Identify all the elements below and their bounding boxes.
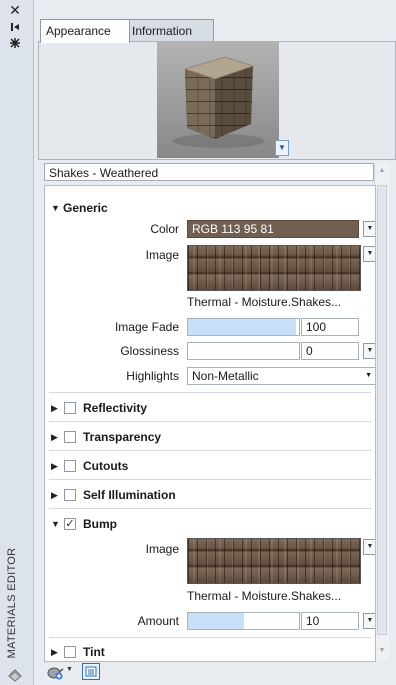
bump-amount-value-field[interactable]: 10 (301, 612, 359, 630)
tint-checkbox[interactable] (64, 646, 76, 658)
image-fade-slider-fill (188, 319, 296, 335)
glossiness-label: Glossiness (120, 344, 179, 358)
bump-amount-slider[interactable] (187, 612, 300, 630)
palette-title-strip: ✕ MATERIALS EDITOR (0, 0, 34, 685)
expand-triangle-icon[interactable]: ▶ (51, 459, 58, 473)
glossiness-slider[interactable] (187, 342, 300, 360)
material-browser-icon[interactable] (82, 663, 100, 680)
color-swatch-field[interactable]: RGB 113 95 81 (187, 220, 359, 238)
tab-appearance[interactable]: Appearance (40, 19, 130, 43)
bump-amount-options-dropdown[interactable]: ▼ (363, 613, 375, 629)
scrollbar-thumb[interactable] (377, 185, 387, 635)
cutouts-checkbox[interactable] (64, 460, 76, 472)
chevron-down-icon: ▼ (365, 372, 372, 379)
section-header-self-illumination[interactable]: Self Illumination (83, 488, 176, 502)
self-illumination-checkbox[interactable] (64, 489, 76, 501)
materials-icon (6, 666, 24, 682)
generic-image-thumbnail[interactable] (187, 245, 361, 291)
bump-image-name[interactable]: Thermal - Moisture.Shakes... (187, 588, 359, 604)
checkmark-icon: ✓ (65, 518, 75, 530)
bottom-toolbar: ▼ (38, 661, 394, 685)
section-header-cutouts[interactable]: Cutouts (83, 459, 128, 473)
expand-triangle-icon[interactable]: ▶ (51, 645, 58, 659)
palette-title: MATERIALS EDITOR (6, 547, 18, 659)
section-header-reflectivity[interactable]: Reflectivity (83, 401, 147, 415)
section-divider (49, 479, 371, 480)
preview-options-dropdown[interactable]: ▼ (275, 140, 289, 156)
expand-triangle-icon[interactable]: ▶ (51, 430, 58, 444)
generic-image-name[interactable]: Thermal - Moisture.Shakes... (187, 294, 359, 310)
create-material-dropdown-icon[interactable]: ▼ (66, 666, 73, 673)
transparency-checkbox[interactable] (64, 431, 76, 443)
glossiness-options-dropdown[interactable]: ▼ (363, 343, 375, 359)
image-label: Image (145, 248, 179, 262)
color-value: RGB 113 95 81 (192, 222, 274, 236)
materials-editor-panel: Appearance Information ▼ Shakes - Weathe… (34, 0, 396, 685)
reflectivity-checkbox[interactable] (64, 402, 76, 414)
create-material-icon[interactable] (46, 664, 64, 680)
image-fade-value-field[interactable]: 100 (301, 318, 359, 336)
properties-scrollbar[interactable]: ▲ ▼ (374, 163, 389, 660)
highlights-select[interactable]: Non-Metallic ▼ (187, 367, 375, 385)
section-divider (49, 508, 371, 509)
bump-image-options-dropdown[interactable]: ▼ (363, 539, 375, 555)
scroll-up-arrow-icon[interactable]: ▲ (375, 167, 389, 174)
section-divider (49, 450, 371, 451)
glossiness-value-field[interactable]: 0 (301, 342, 359, 360)
section-header-tint[interactable]: Tint (83, 645, 105, 659)
collapse-triangle-icon[interactable]: ▼ (51, 201, 60, 215)
image-fade-slider[interactable] (187, 318, 300, 336)
bump-image-thumbnail[interactable] (187, 538, 361, 584)
section-divider (49, 421, 371, 422)
image-fade-label: Image Fade (114, 320, 179, 334)
material-preview[interactable] (157, 42, 279, 158)
close-icon[interactable]: ✕ (8, 3, 22, 17)
bump-amount-slider-fill (188, 613, 244, 629)
collapse-triangle-icon[interactable]: ▼ (51, 517, 60, 531)
highlights-label: Highlights (126, 369, 179, 383)
image-options-dropdown[interactable]: ▼ (363, 246, 375, 262)
color-label: Color (150, 222, 179, 236)
amount-label: Amount (137, 614, 179, 628)
section-header-generic[interactable]: Generic (63, 201, 108, 215)
autohide-pin-icon[interactable] (8, 21, 22, 33)
bump-image-label: Image (145, 542, 179, 556)
section-header-transparency[interactable]: Transparency (83, 430, 161, 444)
expand-triangle-icon[interactable]: ▶ (51, 488, 58, 502)
expand-triangle-icon[interactable]: ▶ (51, 401, 58, 415)
tab-information[interactable]: Information (126, 19, 214, 42)
color-options-dropdown[interactable]: ▼ (363, 221, 375, 237)
section-divider (49, 392, 371, 393)
section-divider (49, 637, 371, 638)
properties-icon[interactable] (8, 37, 22, 49)
material-name-field[interactable]: Shakes - Weathered (44, 163, 374, 181)
scroll-down-arrow-icon[interactable]: ▼ (375, 647, 389, 654)
section-header-bump[interactable]: Bump (83, 517, 117, 531)
properties-panel: ▼ Generic Color RGB 113 95 81 ▼ Image ▼ … (44, 185, 376, 662)
bump-checkbox[interactable]: ✓ (64, 518, 76, 530)
